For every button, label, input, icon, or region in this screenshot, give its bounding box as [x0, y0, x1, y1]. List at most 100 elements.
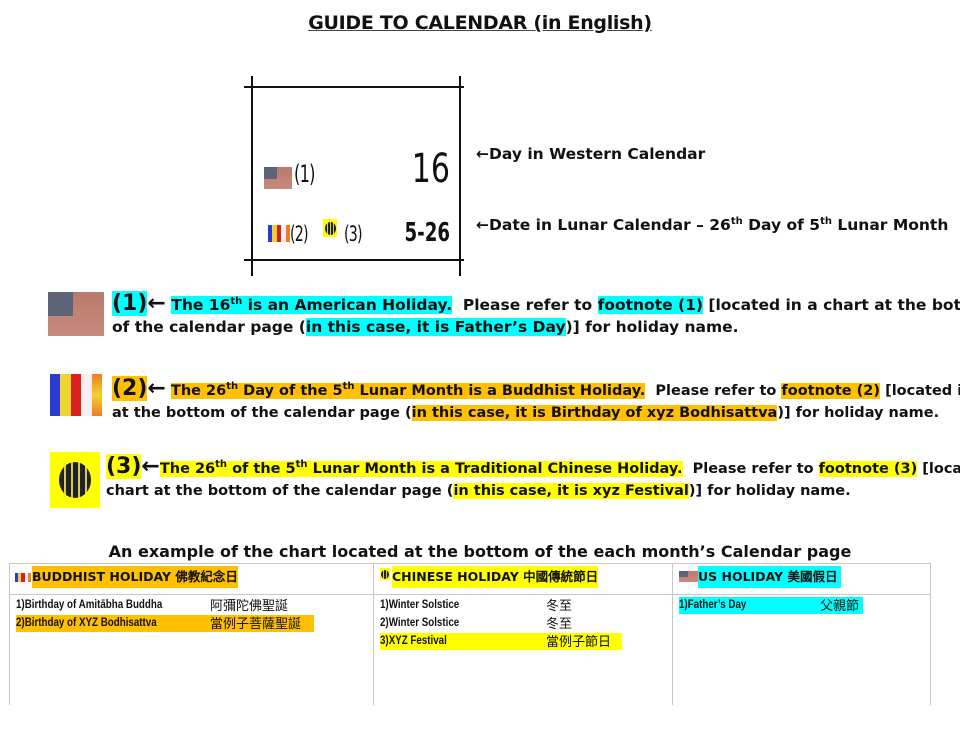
table-top-border [9, 563, 931, 564]
explanation-chinese-holiday: (3)←The 26th of the 5th Lunar Month is a… [106, 454, 960, 502]
column-header-us: US HOLIDAY 美國假日 [698, 566, 842, 588]
holiday-name-en: 2)Birthday of XYZ Bodhisattva [16, 617, 157, 629]
column-header-chinese: CHINESE HOLIDAY 中國傳統節日 [392, 566, 599, 588]
table-header-divider [9, 594, 931, 595]
table-row-highlighted: 3)XYZ Festival 當例子節日 [380, 633, 622, 650]
page-title: GUIDE TO CALENDAR (in English) [0, 12, 960, 34]
us-flag-icon [264, 167, 292, 189]
holiday-name-zh: 冬至 [546, 598, 573, 613]
explanation-line-1: (1)← The 16th is an American Holiday. Pl… [112, 291, 960, 317]
table-row: 2)Winter Solstice 冬至 [380, 615, 620, 632]
tail-text: of the calendar page ( [112, 318, 306, 336]
lead-text: is an American Holiday. [242, 296, 453, 314]
ordinal-suffix: th [215, 459, 228, 470]
ordinal-suffix: th [342, 381, 355, 392]
explanation-us-holiday: (1)← The 16th is an American Holiday. Pl… [112, 291, 960, 339]
lead-text: Lunar Month is a Buddhist Holiday. [354, 383, 646, 399]
chart-caption: An example of the chart located at the b… [108, 542, 852, 561]
table-column-border [672, 563, 673, 705]
tail-text: [located in a chart at the bottom [708, 296, 960, 314]
buddhist-flag-icon [268, 225, 291, 242]
lunar-label-part: Date in Lunar Calendar – 26 [489, 216, 731, 234]
left-arrow-icon: ← [141, 454, 160, 479]
holiday-name-zh: 父親節 [820, 598, 860, 613]
lunar-date-pointer: ←Date in Lunar Calendar – 26th Day of 5t… [476, 216, 948, 234]
example-highlight: in this case, it is Birthday of xyz Bodh… [411, 405, 778, 421]
tail-text: )] for holiday name. [565, 318, 739, 336]
holiday-name-en: 1)Winter Solstice [380, 599, 460, 611]
example-highlight: in this case, it is xyz Festival [453, 483, 689, 499]
footnote-reference: footnote (2) [781, 383, 881, 399]
dharma-wheel-icon [50, 452, 100, 508]
holiday-name-zh: 阿彌陀佛聖誕 [210, 598, 289, 613]
holiday-name-en: 3)XYZ Festival [380, 635, 447, 647]
lunar-label-part: Lunar Month [831, 216, 949, 234]
left-arrow-icon: ← [476, 216, 489, 234]
cell-left-border [251, 76, 253, 276]
lead-text: The 26 [159, 461, 216, 477]
table-column-border [373, 563, 374, 705]
explanation-line-2: at the bottom of the calendar page (in t… [112, 402, 960, 424]
tail-text: chart at the bottom of the calendar page… [106, 483, 454, 499]
holiday-name-zh: 冬至 [546, 616, 573, 631]
table-column-border [930, 563, 931, 705]
lead-text: The 16 [171, 296, 231, 314]
tail-text: )] for holiday name. [777, 405, 940, 421]
dharma-wheel-icon [323, 219, 337, 237]
us-flag-icon [679, 571, 698, 582]
page-title-text: GUIDE TO CALENDAR (in English) [308, 12, 652, 34]
ordinal-suffix: th [226, 381, 239, 392]
lead-highlight: The 26th of the 5th Lunar Month is a Tra… [159, 459, 683, 477]
ordinal-suffix: th [820, 216, 832, 227]
footnote-number: (1) [112, 291, 148, 316]
cell-right-border [459, 76, 461, 276]
explanation-line-1: (2)← The 26th Day of the 5th Lunar Month… [112, 376, 960, 402]
lead-text: Day of the 5 [238, 383, 343, 399]
holiday-name-zh: 當例子菩薩聖誕 [210, 616, 302, 631]
tail-text: )] for holiday name. [688, 483, 851, 499]
left-arrow-icon: ← [476, 145, 489, 163]
footnote-reference: footnote (3) [818, 461, 918, 477]
western-day-number: 16 [411, 146, 450, 192]
explanation-line-2: of the calendar page (in this case, it i… [112, 315, 960, 339]
explanation-line-1: (3)←The 26th of the 5th Lunar Month is a… [106, 454, 960, 480]
table-row-highlighted: 1)Father’s Day 父親節 [679, 597, 863, 614]
cell-top-border [244, 86, 464, 88]
footnote-number: (3) [106, 454, 142, 479]
lead-highlight: The 26th Day of the 5th Lunar Month is a… [170, 381, 646, 399]
buddhist-flag-icon [50, 374, 103, 416]
refer-text: Please refer to [682, 461, 819, 477]
ordinal-suffix: th [230, 296, 243, 307]
cell-bottom-border [244, 259, 464, 261]
column-header-buddhist: BUDDHIST HOLIDAY 佛教紀念日 [32, 566, 238, 588]
holiday-name-en: 1)Birthday of Amitābha Buddha [16, 599, 163, 611]
us-holiday-marker: (1) [294, 160, 315, 188]
left-arrow-icon: ← [147, 376, 166, 401]
explanation-line-2: chart at the bottom of the calendar page… [106, 480, 960, 502]
lead-text: The 26 [170, 383, 227, 399]
lunar-label-part: Day of 5 [742, 216, 821, 234]
tail-text: at the bottom of the calendar page ( [112, 405, 412, 421]
tail-text: [located in a [922, 461, 960, 477]
holiday-name-en: 2)Winter Solstice [380, 617, 460, 629]
lead-text: of the 5 [227, 461, 296, 477]
dharma-wheel-icon [380, 568, 390, 580]
western-day-label: Day in Western Calendar [489, 145, 706, 163]
lunar-date: 5-26 [404, 218, 450, 248]
table-column-border [9, 563, 10, 705]
footnote-number: (2) [112, 376, 148, 401]
table-row-highlighted: 2)Birthday of XYZ Bodhisattva 當例子菩薩聖誕 [16, 615, 314, 632]
explanation-buddhist-holiday: (2)← The 26th Day of the 5th Lunar Month… [112, 376, 960, 424]
holiday-name-en: 1)Father’s Day [679, 599, 747, 611]
ordinal-suffix: th [295, 459, 308, 470]
buddhist-flag-icon [15, 573, 32, 582]
western-day-pointer: ←Day in Western Calendar [476, 145, 705, 163]
refer-text: Please refer to [645, 383, 782, 399]
example-highlight: in this case, it is Father’s Day [305, 318, 566, 336]
chinese-holiday-marker: (3) [344, 222, 363, 246]
refer-text: Please refer to [452, 296, 598, 314]
left-arrow-icon: ← [147, 291, 166, 316]
ordinal-suffix: th [730, 216, 743, 227]
table-row: 1)Birthday of Amitābha Buddha 阿彌陀佛聖誕 [16, 597, 296, 614]
buddhist-holiday-marker: (2) [290, 222, 309, 246]
